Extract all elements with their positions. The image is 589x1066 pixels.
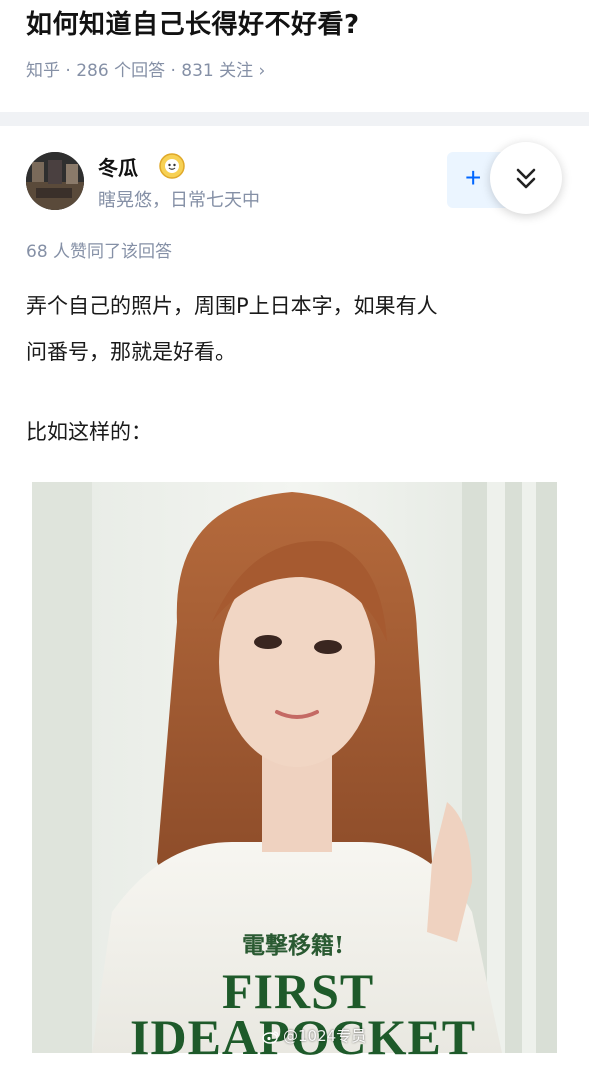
answer-paragraph: 弄个自己的照片，周围P上日本字，如果有人 (26, 294, 438, 318)
badge-icon (159, 153, 185, 179)
collapse-button[interactable] (490, 142, 562, 214)
watermark: @1024专员 (262, 1025, 366, 1046)
cover-caption: 電撃移籍! (242, 932, 345, 959)
question-header: 如何知道自己长得好不好看? 知乎 · 286 个回答 · 831 关注 › (0, 0, 589, 112)
answer-card: 冬瓜 瞎晃悠，日常七天中 + 68 人赞同了该回答 弄个自己的照片，周围P上日本… (0, 126, 589, 1053)
section-divider (0, 112, 589, 126)
question-title[interactable]: 如何知道自己长得好不好看? (26, 4, 360, 41)
answer-paragraph: 比如这样的： (26, 420, 152, 444)
author-bio: 瞎晃悠，日常七天中 (98, 190, 260, 211)
question-meta[interactable]: 知乎 · 286 个回答 · 831 关注 › (26, 56, 265, 81)
watermark-text: @1024专员 (283, 1027, 367, 1045)
author-name[interactable]: 冬瓜 (98, 152, 138, 181)
upvote-count: 68 人赞同了该回答 (26, 242, 173, 262)
avatar[interactable] (26, 152, 84, 210)
weibo-icon (262, 1030, 279, 1044)
chevron-double-down-icon (516, 168, 536, 189)
plus-icon: + (465, 162, 482, 193)
answer-paragraph: 问番号，那就是好看。 (26, 340, 236, 364)
